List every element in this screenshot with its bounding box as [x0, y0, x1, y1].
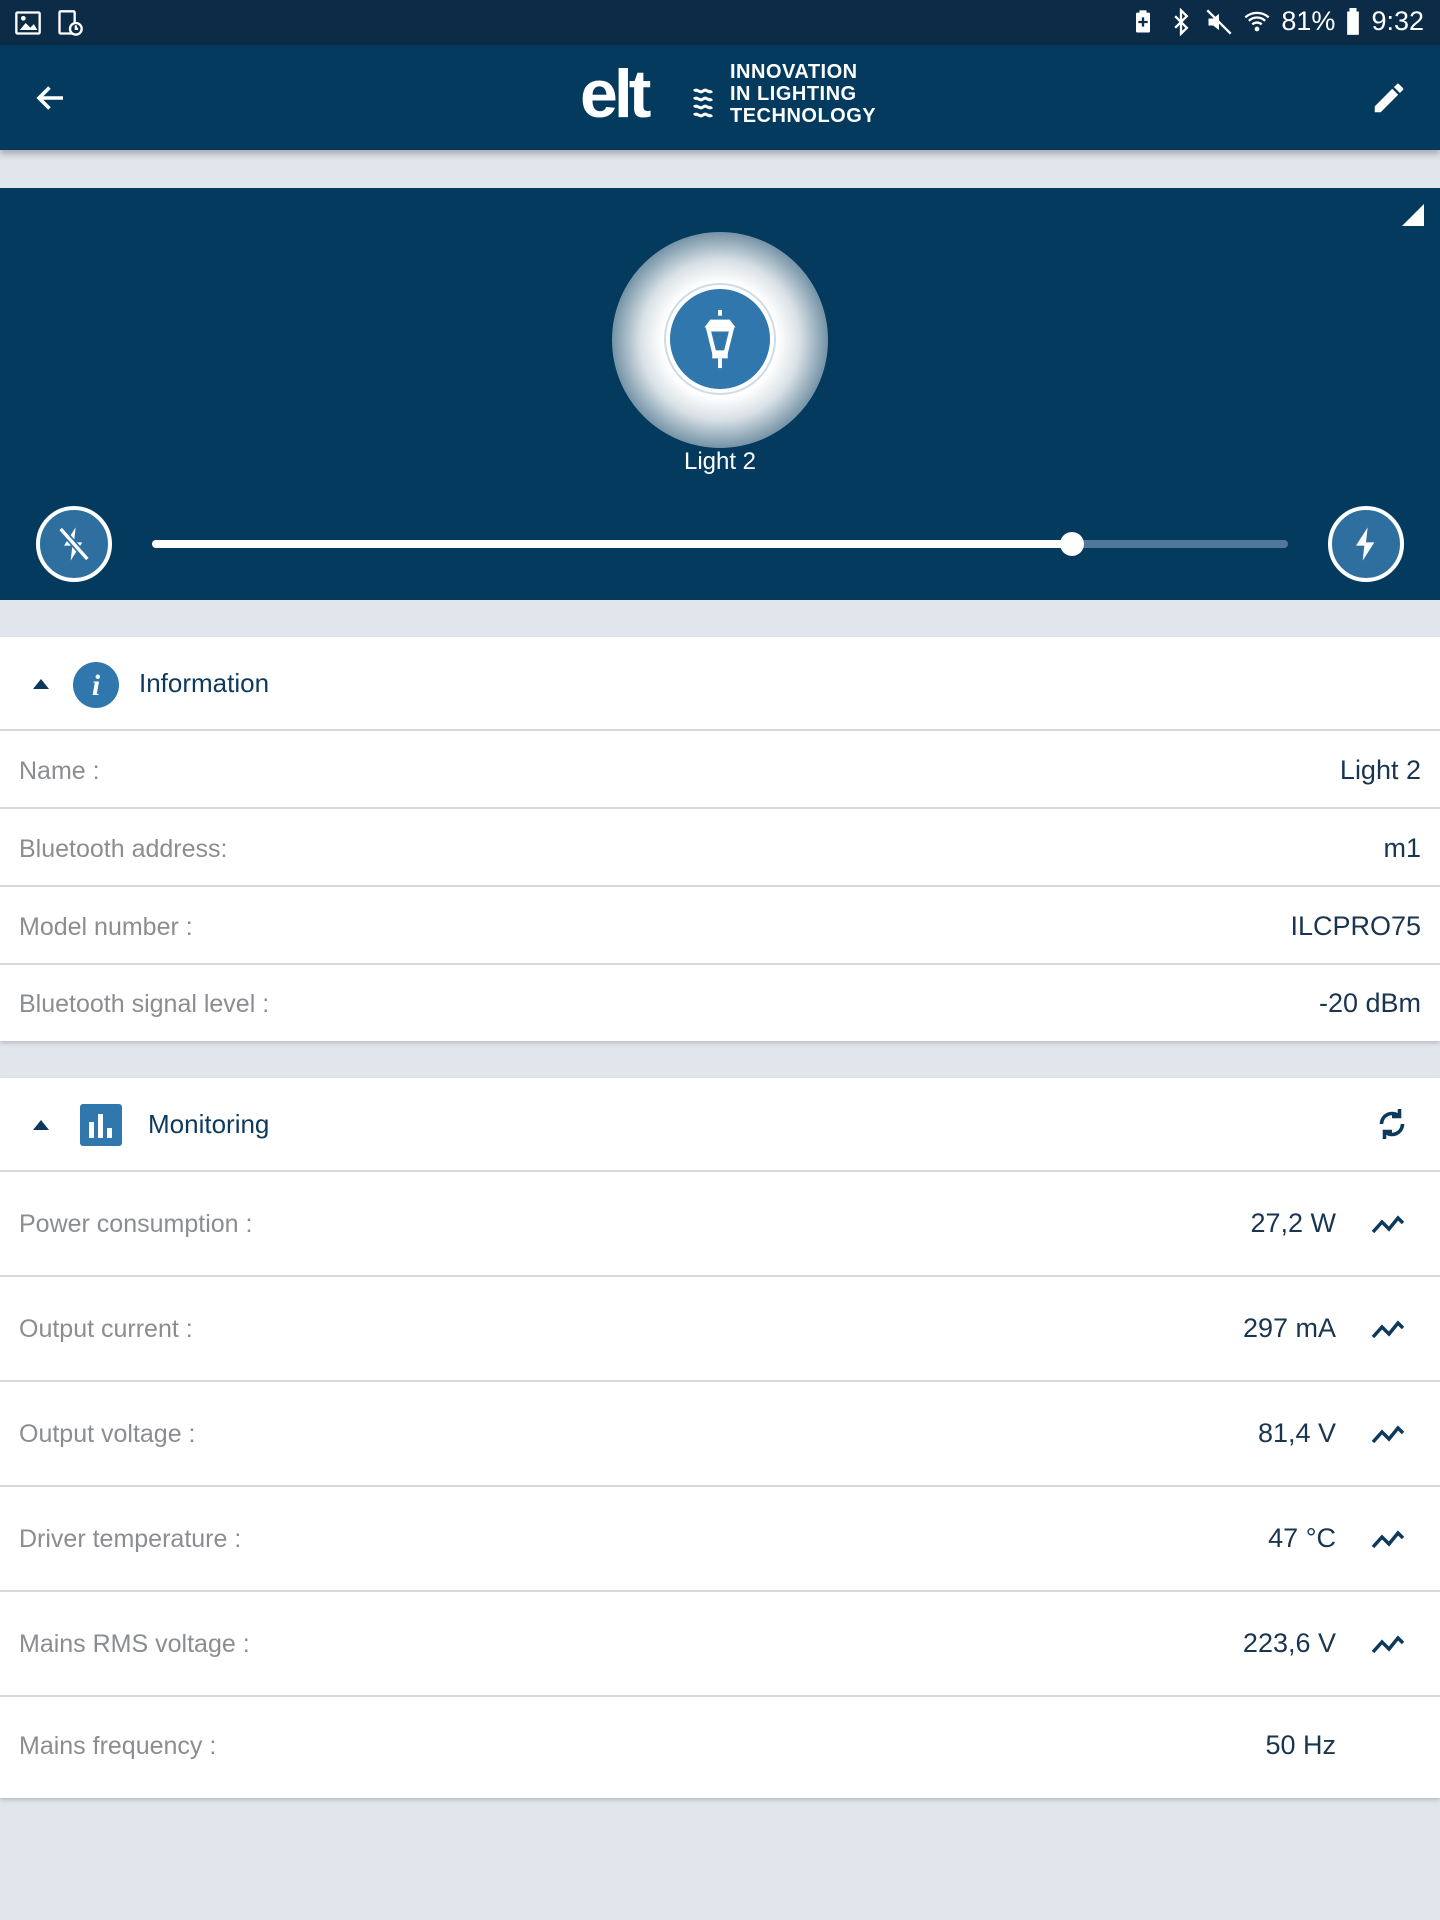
monitor-row-label: Power consumption :: [19, 1210, 253, 1238]
light-off-button[interactable]: [36, 506, 112, 582]
status-bar: 81% 9:32: [0, 0, 1440, 45]
trend-chart-icon[interactable]: [1370, 1422, 1408, 1446]
monitoring-title: Monitoring: [148, 1109, 270, 1139]
info-row-value: Light 2: [1339, 755, 1421, 785]
monitor-row-power: Power consumption : 27,2 W: [0, 1172, 1440, 1277]
monitor-row-label: Mains frequency :: [19, 1732, 217, 1760]
logo-tagline: INNOVATION IN LIGHTING TECHNOLOGY: [730, 61, 877, 127]
trend-chart-icon[interactable]: [1370, 1212, 1408, 1236]
info-row-name: Name : Light 2: [0, 731, 1440, 809]
monitor-row-driver-temperature: Driver temperature : 47 °C: [0, 1487, 1440, 1592]
arrow-left-icon: [36, 86, 63, 110]
trend-chart-icon[interactable]: [1370, 1632, 1408, 1656]
information-header[interactable]: i Information: [0, 637, 1440, 731]
info-row-model-number: Model number : ILCPRO75: [0, 887, 1440, 965]
info-row-value: m1: [1383, 833, 1421, 863]
app-bar: elt INNOVATION IN LIGHTING TECHNOLOGY: [0, 45, 1440, 150]
battery-icon: [1347, 7, 1360, 35]
flash-on-icon: [1356, 527, 1375, 561]
edit-button[interactable]: [1364, 73, 1414, 123]
caret-up-icon: [33, 1120, 49, 1130]
mute-icon: [1206, 9, 1232, 34]
monitor-row-value: 81,4 V: [1257, 1418, 1336, 1448]
monitoring-collapse-button[interactable]: [28, 1112, 54, 1138]
street-lamp-icon: [704, 309, 736, 369]
brightness-slider-fill: [152, 540, 1073, 548]
monitor-row-value: 47 °C: [1268, 1523, 1336, 1553]
monitor-row-value: 297 mA: [1242, 1313, 1336, 1343]
pencil-icon: [1374, 83, 1404, 113]
monitor-row-output-voltage: Output voltage : 81,4 V: [0, 1382, 1440, 1487]
info-icon: i: [73, 662, 119, 708]
information-collapse-button[interactable]: [28, 671, 54, 697]
clock: 9:32: [1371, 6, 1424, 36]
screenshot-icon: [58, 10, 83, 36]
flash-off-icon: [58, 526, 90, 562]
monitor-row-value: 223,6 V: [1242, 1628, 1336, 1658]
info-row-value: -20 dBm: [1318, 988, 1421, 1018]
bluetooth-icon: [1174, 7, 1189, 36]
refresh-icon[interactable]: [1374, 1106, 1410, 1142]
info-row-label: Bluetooth signal level :: [19, 990, 270, 1018]
svg-text:elt: elt: [580, 61, 651, 127]
information-title: Information: [139, 668, 270, 698]
lamp-button[interactable]: [666, 285, 774, 393]
monitoring-header[interactable]: Monitoring: [0, 1078, 1440, 1172]
information-card: i Information Name : Light 2 Bluetooth a…: [0, 637, 1440, 1041]
svg-text:i: i: [92, 669, 101, 702]
elt-logo: elt INNOVATION IN LIGHTING TECHNOLOGY: [580, 61, 876, 127]
battery-saver-icon: [1136, 9, 1151, 32]
info-row-label: Name :: [19, 757, 100, 785]
monitor-row-value: 50 Hz: [1265, 1730, 1336, 1760]
monitor-row-output-current: Output current : 297 mA: [0, 1277, 1440, 1382]
monitor-row-label: Output current :: [19, 1315, 193, 1343]
monitor-row-label: Output voltage :: [19, 1420, 196, 1448]
signal-corner-icon: [1402, 204, 1424, 226]
info-row-bluetooth-address: Bluetooth address: m1: [0, 809, 1440, 887]
monitoring-card: Monitoring Power consumption : 27,2 W Ou…: [0, 1078, 1440, 1798]
info-row-label: Bluetooth address:: [19, 835, 228, 863]
trend-chart-icon[interactable]: [1370, 1527, 1408, 1551]
monitor-row-mains-rms-voltage: Mains RMS voltage : 223,6 V: [0, 1592, 1440, 1697]
elt-logo-mark: elt: [580, 61, 714, 127]
brightness-slider-thumb[interactable]: [1060, 532, 1085, 556]
monitor-row-label: Mains RMS voltage :: [19, 1630, 250, 1658]
back-button[interactable]: [26, 73, 76, 123]
info-row-signal-level: Bluetooth signal level : -20 dBm: [0, 965, 1440, 1041]
trend-chart-icon[interactable]: [1370, 1317, 1408, 1341]
bar-chart-icon: [80, 1104, 122, 1146]
wifi-icon: [1244, 11, 1270, 31]
info-row-label: Model number :: [19, 913, 193, 941]
light-on-button[interactable]: [1328, 506, 1404, 582]
light-control-panel: Light 2: [0, 188, 1440, 600]
gallery-icon: [15, 11, 41, 35]
info-row-value: ILCPRO75: [1290, 911, 1421, 941]
caret-up-icon: [33, 679, 49, 689]
light-name-label: Light 2: [683, 448, 757, 475]
brightness-slider[interactable]: [152, 532, 1288, 556]
battery-percent: 81%: [1281, 6, 1336, 36]
monitor-row-mains-frequency: Mains frequency : 50 Hz: [0, 1697, 1440, 1797]
monitor-row-value: 27,2 W: [1250, 1208, 1336, 1238]
monitor-row-label: Driver temperature :: [19, 1525, 242, 1553]
